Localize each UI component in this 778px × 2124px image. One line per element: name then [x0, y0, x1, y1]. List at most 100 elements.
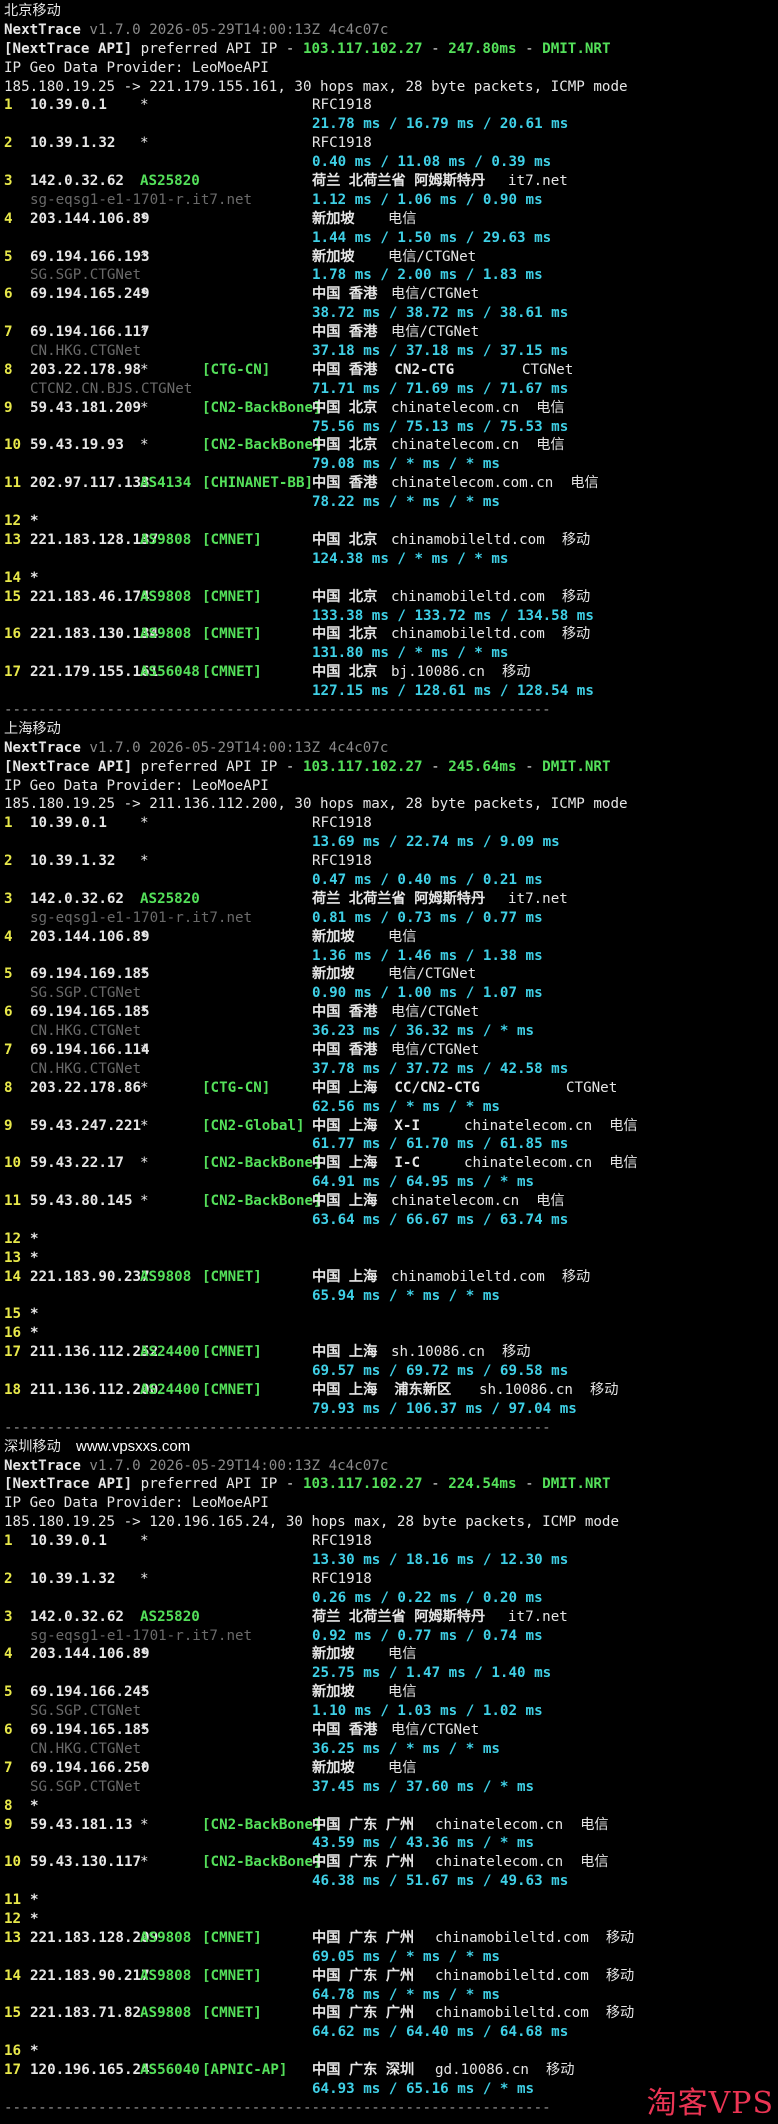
- hop-asn: *: [140, 1684, 149, 1701]
- hop-line: 4 203.144.106.89 * 新加坡 电信: [4, 928, 774, 947]
- hop-asn: *: [140, 1816, 149, 1833]
- hop-ip: 10.39.0.1: [30, 1533, 107, 1550]
- api-dash: -: [516, 758, 543, 775]
- hop-site: chinatelecom.com.cn 电信: [391, 475, 599, 492]
- hop-line: 15 221.183.46.174 AS9808 [CMNET] 中国 北京 chinam…: [4, 588, 774, 607]
- hop-number: 1: [4, 97, 13, 114]
- section-title: 上海移动: [4, 720, 61, 737]
- hop-tag: [CN2-BackBone]: [202, 1193, 322, 1210]
- separator-line: ----------------------------------------…: [4, 701, 774, 720]
- version-line: NextTrace v1.7.0 2026-05-29T14:00:13Z 4c…: [4, 1457, 774, 1476]
- hop-rtt: 79.93 ms / 106.37 ms / 97.04 ms: [312, 1400, 577, 1417]
- hop-geo: 中国 上海 X-I: [312, 1117, 420, 1134]
- hop-number: 16: [4, 2043, 22, 2060]
- trace-info: 185.180.19.25 -> 221.179.155.161, 30 hop…: [4, 78, 628, 95]
- hop-geo: RFC1918: [312, 97, 372, 114]
- hop-line: 16 *: [4, 2042, 774, 2061]
- section-title-line: 上海移动: [4, 720, 774, 739]
- hop-line: 3 142.0.32.62 AS25820 荷兰 北荷兰省 阿姆斯特丹 it7.net: [4, 890, 774, 909]
- hop-ip: *: [30, 1797, 39, 1814]
- hop-geo: 中国 香港: [312, 1041, 378, 1058]
- hop-asn: *: [140, 853, 149, 870]
- hop-asn: AS56048: [140, 664, 200, 681]
- hop-geo: 新加坡: [312, 1759, 355, 1776]
- hop-geo: 中国 广东 广州: [312, 2005, 415, 2022]
- hop-geo: 荷兰 北荷兰省 阿姆斯特丹: [312, 890, 486, 907]
- hop-line: 11 *: [4, 1891, 774, 1910]
- hop-ip: 59.43.181.13: [30, 1816, 133, 1833]
- geo-provider-line: IP Geo Data Provider: LeoMoeAPI: [4, 59, 774, 78]
- hop-rtt: 63.64 ms / 66.67 ms / 63.74 ms: [312, 1212, 569, 1228]
- hop-detail-line: sg-eqsg1-e1-1701-r.it7.net 0.92 ms / 0.77…: [4, 1627, 774, 1646]
- hop-asn: *: [140, 1193, 149, 1210]
- hop-ip: 211.136.112.200: [30, 1382, 159, 1399]
- hop-rdns: SG.SGP.CTGNet: [30, 985, 142, 1002]
- hop-asn: *: [140, 1155, 149, 1172]
- hop-ip: 59.43.22.17: [30, 1155, 124, 1172]
- hop-number: 9: [4, 1816, 13, 1833]
- api-pop: DMIT.NRT: [542, 40, 611, 57]
- hop-asn: *: [140, 1759, 149, 1776]
- hop-ip: *: [30, 2043, 39, 2060]
- hop-line: 12 *: [4, 1910, 774, 1929]
- api-line: [NextTrace API] preferred API IP - 103.1…: [4, 758, 774, 777]
- hop-rtt: 36.25 ms / * ms / * ms: [312, 1740, 500, 1757]
- hop-geo: RFC1918: [312, 853, 372, 870]
- hop-site: chinamobileltd.com 移动: [435, 1967, 635, 1984]
- api-prefix: [NextTrace API]: [4, 40, 133, 57]
- hop-asn: *: [140, 966, 149, 983]
- hop-number: 12: [4, 1230, 22, 1247]
- hop-line: 9 59.43.181.13 * [CN2-BackBone] 中国 广东 广州 chin…: [4, 1816, 774, 1835]
- hop-number: 14: [4, 1967, 22, 1984]
- hop-number: 8: [4, 1797, 13, 1814]
- api-latency: 245.64ms: [448, 758, 517, 775]
- api-pop: DMIT.NRT: [542, 1476, 611, 1493]
- hop-number: 2: [4, 1570, 13, 1587]
- hop-site: sh.10086.cn 移动: [479, 1382, 619, 1399]
- section-title-line: 深圳移动 www.vpsxxs.com: [4, 1438, 774, 1457]
- hop-rtt: 1.36 ms / 1.46 ms / 1.38 ms: [312, 947, 543, 964]
- hop-asn: AS25820: [140, 890, 200, 907]
- hop-rtt: 61.77 ms / 61.70 ms / 61.85 ms: [312, 1136, 569, 1153]
- hop-detail-line: 63.64 ms / 66.67 ms / 63.74 ms: [4, 1211, 774, 1230]
- hop-number: 4: [4, 928, 13, 945]
- hop-detail-line: 64.91 ms / 64.95 ms / * ms: [4, 1173, 774, 1192]
- hop-geo: RFC1918: [312, 1570, 372, 1587]
- hop-ip: *: [30, 1325, 39, 1342]
- hop-asn: *: [140, 1646, 149, 1663]
- hop-tag: [CHINANET-BB]: [202, 475, 314, 492]
- hop-geo: 中国 广东 广州: [312, 1816, 415, 1833]
- api-ip: 103.117.102.27: [302, 758, 423, 775]
- hop-detail-line: 78.22 ms / * ms / * ms: [4, 493, 774, 512]
- hop-geo: 中国 香港: [312, 324, 378, 341]
- hop-number: 3: [4, 890, 13, 907]
- trace-info-line: 185.180.19.25 -> 211.136.112.200, 30 hop…: [4, 795, 774, 814]
- hop-geo: RFC1918: [312, 135, 372, 152]
- hop-site: 电信: [388, 1759, 417, 1776]
- hop-line: 14 221.183.90.217 AS9808 [CMNET] 中国 广东 广州 chi…: [4, 1967, 774, 1986]
- hop-tag: [CMNET]: [202, 626, 262, 643]
- api-mid: preferred API IP -: [132, 758, 303, 775]
- hop-number: 13: [4, 1249, 22, 1266]
- hop-number: 17: [4, 1344, 22, 1361]
- version-text: v1.7.0 2026-05-29T14:00:13Z 4c4c07c: [89, 739, 389, 756]
- hop-rtt: 133.38 ms / 133.72 ms / 134.58 ms: [312, 607, 594, 624]
- hop-number: 2: [4, 135, 13, 152]
- hop-ip: 59.43.19.93: [30, 437, 124, 454]
- hop-site: chinamobileltd.com 移动: [435, 2005, 635, 2022]
- hop-geo: 中国 上海: [312, 1193, 378, 1210]
- hop-detail-line: CN.HKG.CTGNet 36.25 ms / * ms / * ms: [4, 1740, 774, 1759]
- terminal-output: 北京移动 NextTrace v1.7.0 2026-05-29T14:00:13…: [0, 0, 778, 2124]
- hop-line: 1 10.39.0.1 * RFC1918: [4, 96, 774, 115]
- hop-asn: *: [140, 399, 149, 416]
- section-title: 北京移动: [4, 3, 61, 19]
- hop-asn: AS56040: [140, 2062, 200, 2079]
- hop-rtt: 37.18 ms / 37.18 ms / 37.15 ms: [312, 343, 569, 360]
- hop-rtt: 13.30 ms / 18.16 ms / 12.30 ms: [312, 1552, 569, 1569]
- hop-rtt: 62.56 ms / * ms / * ms: [312, 1098, 500, 1115]
- hop-rtt: 64.91 ms / 64.95 ms / * ms: [312, 1174, 535, 1191]
- hop-ip: 203.22.178.86: [30, 1079, 142, 1096]
- hop-rtt: 64.93 ms / 65.16 ms / * ms: [312, 2080, 535, 2097]
- hop-ip: 69.194.166.250: [30, 1759, 150, 1776]
- hop-ip: 59.43.80.145: [30, 1193, 133, 1210]
